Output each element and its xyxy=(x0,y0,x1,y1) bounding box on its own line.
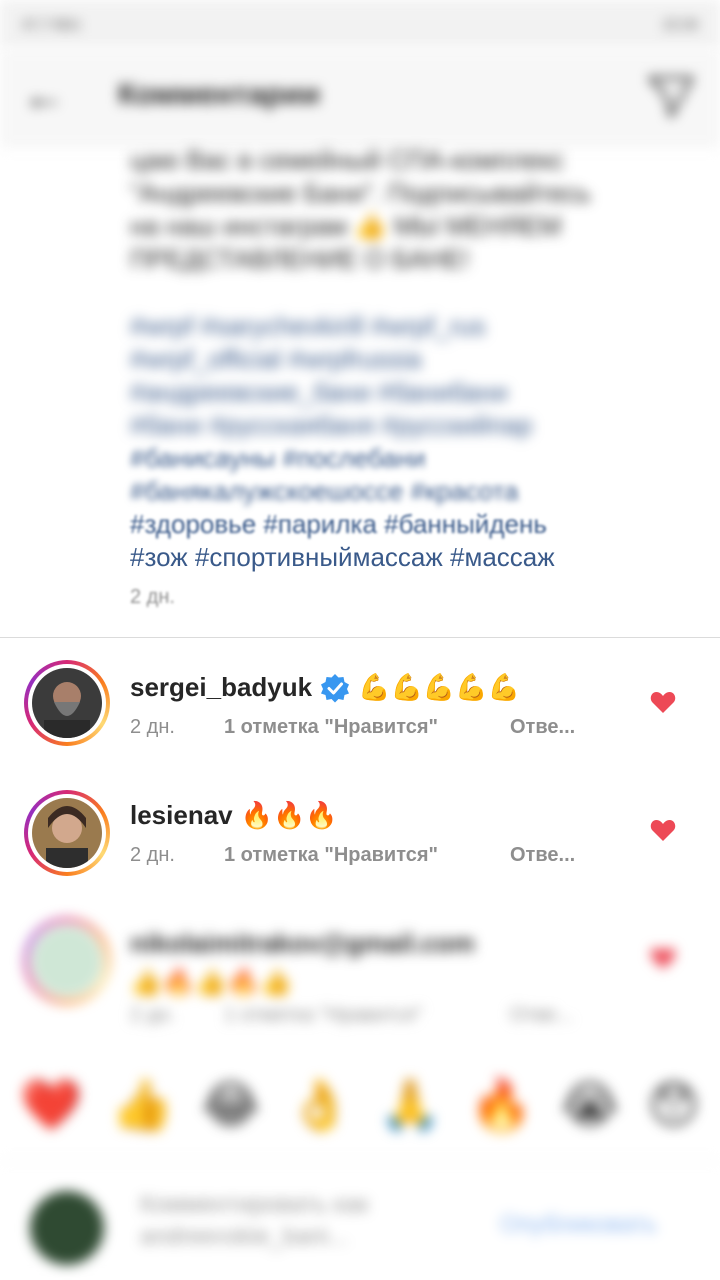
comment-meta: 2 дн. 1 отметка "Нравится" Отве... xyxy=(130,1004,573,1027)
comment-text: 🔥🔥🔥 xyxy=(240,800,338,830)
comment-header: nikolaimitrakov@gmail.com 👍🔥👍🔥👍 xyxy=(130,928,610,998)
caption-line: ПРЕДСТАВЛЕНИЕ О БАНЕ! xyxy=(130,244,470,274)
emoji-cry-button[interactable]: 😭 xyxy=(561,1075,619,1135)
hashtag-line[interactable]: #wrpf_official #wrpfrussia xyxy=(130,343,690,376)
heart-icon[interactable] xyxy=(650,946,676,970)
hashtag-line[interactable]: #wrpf #sarychevkirill #wrpf_rus xyxy=(130,310,690,343)
comment-username[interactable]: sergei_badyuk xyxy=(130,672,312,703)
comment-time: 2 дн. xyxy=(130,844,175,866)
comment-item: nikolaimitrakov@gmail.com 👍🔥👍🔥👍 2 дн. 1 … xyxy=(0,918,720,1038)
avatar[interactable] xyxy=(24,790,110,876)
emoji-quick-bar: ❤️ 👍 😂 👌 🙏 🔥 😭 😯 xyxy=(0,1060,720,1150)
comment-header: sergei_badyuk 💪💪💪💪💪 xyxy=(130,672,520,703)
caption-line: цаю Вас в семейный СПА-комплекс xyxy=(130,145,565,175)
publish-button[interactable]: Опубликовать xyxy=(500,1211,657,1239)
comment-item: sergei_badyuk 💪💪💪💪💪 2 дн. 1 отметка "Нра… xyxy=(0,660,720,780)
page-title: Комментарии xyxy=(118,78,321,111)
reply-button[interactable]: Отве... xyxy=(510,844,575,867)
comment-likes-link[interactable]: 1 отметка "Нравится" xyxy=(224,716,510,739)
hashtag-line[interactable]: #андреевские_бани #банибани xyxy=(130,376,690,409)
emoji-surprised-button[interactable]: 😯 xyxy=(648,1075,700,1135)
comment-meta: 2 дн. 1 отметка "Нравится" Отве... xyxy=(130,844,575,867)
reply-button[interactable]: Отве... xyxy=(510,1004,573,1027)
emoji-thumbs-up-button[interactable]: 👍 xyxy=(111,1075,173,1135)
back-arrow-icon[interactable]: ← xyxy=(22,74,72,118)
comment-time: 2 дн. xyxy=(130,1004,175,1026)
avatar[interactable] xyxy=(24,918,110,1004)
clock: 22:26 xyxy=(662,16,698,32)
caption-time: 2 дн. xyxy=(130,586,175,608)
comment-meta: 2 дн. 1 отметка "Нравится" Отве... xyxy=(130,716,575,739)
header: ← Комментарии xyxy=(0,48,720,148)
hashtag-line[interactable]: #бани #русскаябаня #русскийпар xyxy=(130,409,690,442)
hashtag-line[interactable]: #здоровье #парилка #банныйдень xyxy=(130,508,690,541)
heart-icon[interactable] xyxy=(650,690,676,714)
comment-likes-link[interactable]: 1 отметка "Нравится" xyxy=(224,1004,510,1027)
comment-input-bar: Комментировать как andreevskie_bani... О… xyxy=(0,1160,720,1280)
my-avatar xyxy=(30,1191,104,1265)
comment-input[interactable]: Комментировать как andreevskie_bani... xyxy=(140,1189,480,1253)
hashtag-line[interactable]: #банисауны #послебани xyxy=(130,442,690,475)
reply-button[interactable]: Отве... xyxy=(510,716,575,739)
network-speed: 47,7 КБ/с xyxy=(22,16,82,32)
avatar[interactable] xyxy=(24,660,110,746)
comment-item: lesienav 🔥🔥🔥 2 дн. 1 отметка "Нравится" … xyxy=(0,790,720,910)
status-bar: 47,7 КБ/с 22:26 xyxy=(0,0,720,48)
emoji-laugh-button[interactable]: 😂 xyxy=(202,1075,260,1135)
send-icon[interactable] xyxy=(646,72,696,122)
comment-header: lesienav 🔥🔥🔥 xyxy=(130,800,338,831)
divider xyxy=(0,637,720,638)
comment-time: 2 дн. xyxy=(130,716,175,738)
hashtag-line[interactable]: #банякалужскоешоссе #красота xyxy=(130,475,690,508)
verified-badge-icon xyxy=(321,673,350,702)
post-caption: цаю Вас в семейный СПА-комплекс "Андреев… xyxy=(130,144,690,574)
emoji-fire-button[interactable]: 🔥 xyxy=(470,1075,532,1135)
caption-line: "Андреевские Бани". Подписывайтесь xyxy=(130,178,591,208)
caption-line: на наш инстаграм 👍 МЫ МЕНЯЕМ xyxy=(130,211,562,241)
comment-text: 💪💪💪💪💪 xyxy=(358,672,520,702)
emoji-ok-button[interactable]: 👌 xyxy=(289,1075,351,1135)
hashtag-line[interactable]: #зож #спортивныймассаж #массаж xyxy=(130,541,690,574)
comment-username[interactable]: nikolaimitrakov@gmail.com xyxy=(130,928,475,959)
comment-likes-link[interactable]: 1 отметка "Нравится" xyxy=(224,844,510,867)
comment-text: 👍🔥👍🔥👍 xyxy=(130,967,292,997)
emoji-heart-button[interactable]: ❤️ xyxy=(20,1075,82,1135)
emoji-pray-button[interactable]: 🙏 xyxy=(379,1075,441,1135)
avatar-photo-icon xyxy=(32,668,102,738)
avatar-photo-icon xyxy=(32,798,102,868)
comment-username[interactable]: lesienav xyxy=(130,800,233,831)
heart-icon[interactable] xyxy=(650,818,676,842)
